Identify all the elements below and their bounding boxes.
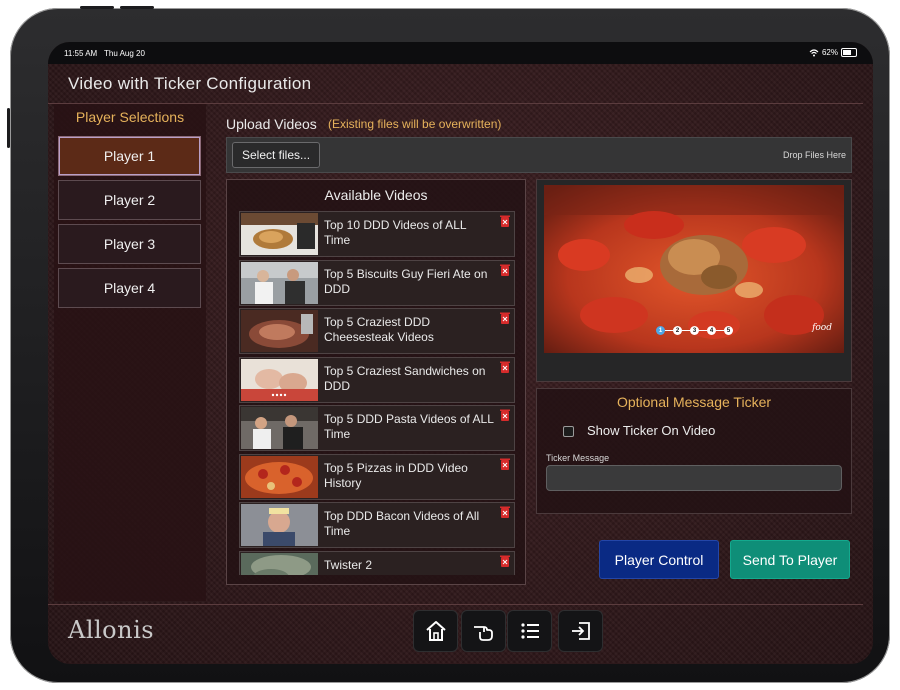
video-thumbnail bbox=[241, 261, 318, 304]
status-battery: 62% bbox=[809, 48, 857, 57]
video-list-item[interactable]: Top 5 DDD Pasta Videos of ALL Time bbox=[239, 405, 515, 451]
available-videos-title: Available Videos bbox=[324, 187, 428, 203]
remote-control-button[interactable] bbox=[461, 610, 506, 652]
top-button bbox=[80, 6, 114, 9]
list-icon bbox=[520, 623, 539, 639]
video-title: Twister 2 bbox=[324, 557, 373, 572]
video-title: Top 10 DDD Videos of ALL Time bbox=[324, 218, 467, 247]
trash-icon[interactable] bbox=[500, 409, 510, 421]
video-thumbnail bbox=[241, 358, 318, 401]
video-list-item[interactable]: Twister 2 bbox=[239, 550, 515, 575]
video-title: Top DDD Bacon Videos of All Time bbox=[324, 509, 480, 538]
divider bbox=[48, 604, 863, 605]
video-list-item[interactable]: Top 5 Biscuits Guy Fieri Ate on DDD bbox=[239, 259, 515, 306]
video-title: Top 5 Biscuits Guy Fieri Ate on DDD bbox=[324, 266, 488, 296]
video-thumbnail bbox=[241, 504, 318, 546]
trash-icon[interactable] bbox=[500, 361, 510, 373]
show-ticker-label: Show Ticker On Video bbox=[587, 423, 716, 438]
wifi-icon bbox=[809, 48, 819, 56]
video-list-item[interactable]: Top DDD Bacon Videos of All Time bbox=[239, 502, 515, 548]
home-button[interactable] bbox=[413, 610, 458, 652]
battery-icon bbox=[841, 48, 857, 57]
top-button bbox=[120, 6, 154, 9]
channel-logo: food bbox=[812, 323, 832, 333]
player-4-button[interactable]: Player 4 bbox=[58, 268, 201, 308]
video-title: Top 5 DDD Pasta Videos of ALL Time bbox=[324, 412, 494, 441]
video-title: Top 5 Craziest Sandwiches on DDD bbox=[324, 363, 486, 393]
app-screen: 11:55 AM Thu Aug 20 62% Video with Ticke… bbox=[48, 42, 873, 664]
status-bar: 11:55 AM Thu Aug 20 62% bbox=[48, 42, 873, 64]
drop-files-text: Drop Files Here bbox=[782, 150, 846, 160]
video-preview-image[interactable]: 1 2 3 4 5 food bbox=[544, 185, 844, 353]
player-label: Player 4 bbox=[103, 280, 156, 296]
video-list-item[interactable]: Top 5 Pizzas in DDD Video History bbox=[239, 453, 515, 500]
message-ticker-panel: Optional Message Ticker Show Ticker On V… bbox=[536, 388, 852, 514]
ticker-title: Optional Message Ticker bbox=[616, 394, 772, 410]
video-title: Top 5 Pizzas in DDD Video History bbox=[324, 460, 468, 490]
send-to-player-button[interactable]: Send To Player bbox=[730, 540, 850, 579]
video-list-item[interactable]: Top 10 DDD Videos of ALL Time bbox=[239, 211, 515, 257]
logout-icon bbox=[571, 622, 590, 640]
carousel-dot[interactable]: 3 bbox=[690, 326, 699, 335]
status-time: 11:55 AM bbox=[64, 49, 98, 58]
trash-icon[interactable] bbox=[500, 506, 510, 518]
player-sidebar: Player Selections Player 1 Player 2 Play… bbox=[54, 104, 206, 601]
logout-button[interactable] bbox=[558, 610, 603, 652]
carousel-dot[interactable]: 5 bbox=[724, 326, 733, 335]
player-label: Player 2 bbox=[103, 192, 156, 208]
carousel-dot[interactable]: 2 bbox=[673, 326, 682, 335]
divider bbox=[665, 330, 673, 331]
player-label: Player 3 bbox=[103, 236, 156, 252]
volume-button bbox=[7, 108, 10, 148]
player-2-button[interactable]: Player 2 bbox=[58, 180, 201, 220]
video-thumbnail bbox=[241, 407, 318, 449]
trash-icon[interactable] bbox=[500, 215, 510, 227]
video-thumbnail bbox=[241, 455, 318, 498]
carousel-dot[interactable]: 4 bbox=[707, 326, 716, 335]
video-thumbnail bbox=[241, 310, 318, 352]
video-list-item[interactable]: Top 5 Craziest Sandwiches on DDD bbox=[239, 356, 515, 403]
ticker-message-label: Ticker Message bbox=[546, 453, 610, 463]
player-1-button[interactable]: Player 1 bbox=[58, 136, 201, 176]
carousel-dots: 1 2 3 4 5 bbox=[656, 326, 733, 335]
sidebar-title: Player Selections bbox=[75, 109, 185, 125]
battery-percent: 62% bbox=[821, 48, 838, 57]
home-icon bbox=[425, 621, 446, 641]
page-title: Video with Ticker Configuration bbox=[68, 74, 312, 93]
remote-hand-icon bbox=[473, 626, 493, 641]
video-list-item[interactable]: Top 5 Craziest DDD Cheesesteak Videos bbox=[239, 308, 515, 354]
status-date: Thu Aug 20 bbox=[104, 49, 145, 58]
video-list[interactable]: Top 10 DDD Videos of ALL Time Top 5 Bisc… bbox=[239, 211, 515, 575]
tablet-device: 11:55 AM Thu Aug 20 62% Video with Ticke… bbox=[7, 6, 890, 683]
video-title: Top 5 Craziest DDD Cheesesteak Videos bbox=[324, 315, 434, 344]
brand-logo: Allonis bbox=[68, 616, 155, 644]
divider bbox=[699, 330, 707, 331]
player-control-button[interactable]: Player Control bbox=[599, 540, 719, 579]
divider bbox=[716, 330, 724, 331]
upload-overwrite-note: (Existing files will be overwritten) bbox=[328, 117, 502, 131]
ticker-message-input[interactable] bbox=[546, 465, 842, 491]
trash-icon[interactable] bbox=[500, 264, 510, 276]
select-files-button[interactable]: Select files... bbox=[232, 142, 321, 168]
video-preview-panel: 1 2 3 4 5 food bbox=[536, 179, 852, 382]
available-videos-panel: Available Videos Top 10 DDD Videos of AL… bbox=[226, 179, 526, 585]
file-drop-zone[interactable]: Select files... Drop Files Here bbox=[226, 137, 852, 173]
player-3-button[interactable]: Player 3 bbox=[58, 224, 201, 264]
video-thumbnail bbox=[241, 213, 318, 255]
trash-icon[interactable] bbox=[500, 458, 510, 470]
divider bbox=[682, 330, 690, 331]
carousel-dot[interactable]: 1 bbox=[656, 326, 665, 335]
player-label: Player 1 bbox=[103, 148, 156, 164]
trash-icon[interactable] bbox=[500, 312, 510, 324]
trash-icon[interactable] bbox=[500, 555, 510, 567]
show-ticker-checkbox[interactable] bbox=[563, 426, 574, 437]
video-thumbnail bbox=[241, 552, 318, 575]
list-button[interactable] bbox=[507, 610, 552, 652]
upload-videos-label: Upload Videos bbox=[226, 116, 317, 132]
